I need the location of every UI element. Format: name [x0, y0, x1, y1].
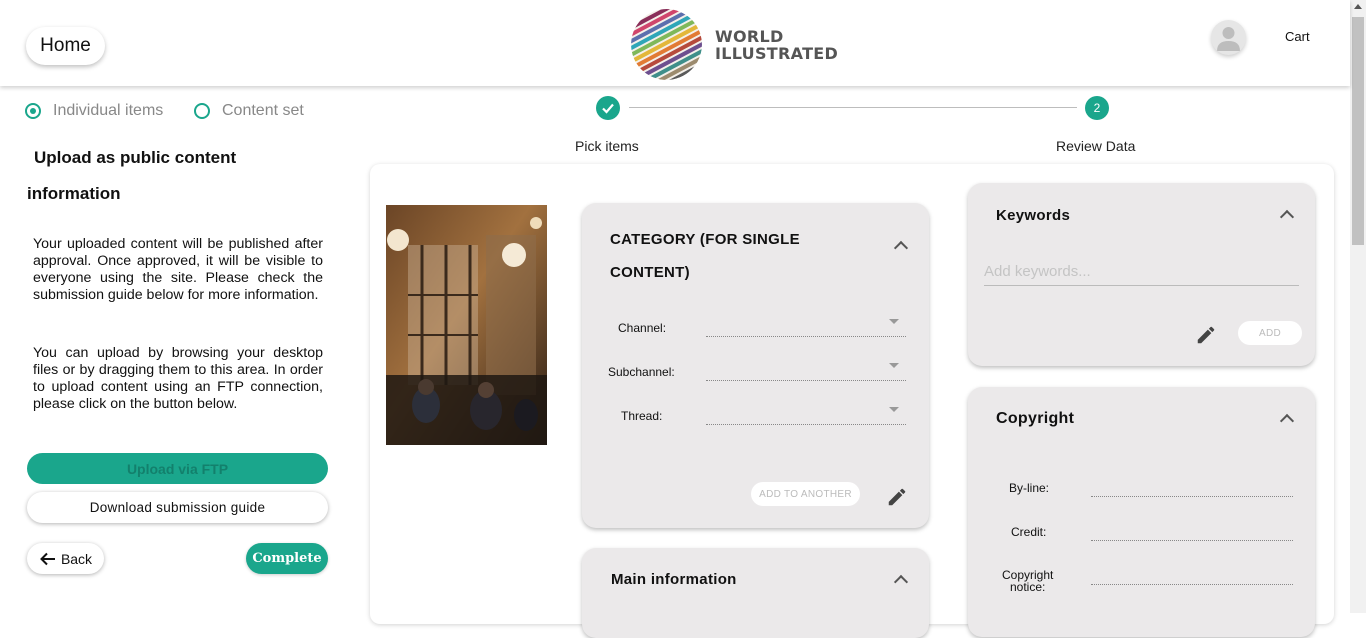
edit-pencil-icon[interactable] [886, 486, 908, 508]
radio-content-set[interactable]: Content set [194, 102, 304, 120]
thread-select[interactable] [706, 424, 906, 425]
copyright-title: Copyright [996, 410, 1075, 427]
channel-label: Channel: [618, 321, 667, 335]
top-header: Home WORLD ILLUSTRATED Cart [0, 0, 1350, 86]
uploaded-image-thumbnail[interactable] [386, 205, 547, 445]
back-button[interactable]: Back [27, 543, 104, 574]
logo-line-2: ILLUSTRATED [715, 43, 839, 63]
dropdown-caret-icon[interactable] [889, 363, 899, 368]
arrow-left-icon [40, 552, 55, 565]
channel-select[interactable] [706, 336, 906, 337]
radio-label: Content set [222, 102, 304, 119]
dropdown-caret-icon[interactable] [889, 319, 899, 324]
home-button[interactable]: Home [26, 27, 105, 65]
byline-label: By-line: [1009, 481, 1050, 495]
upload-via-ftp-button[interactable]: Upload via FTP [27, 453, 328, 484]
world-illustrated-logo[interactable]: WORLD ILLUSTRATED [631, 9, 838, 80]
category-title-line-1: CATEGORY (FOR SINGLE [610, 231, 800, 248]
sidebar-title: Upload as public content [34, 148, 237, 167]
page-scrollbar[interactable] [1350, 0, 1366, 613]
sidebar-title-continued: information [27, 184, 121, 203]
dropdown-caret-icon[interactable] [889, 407, 899, 412]
cart-link[interactable]: Cart [1285, 29, 1310, 44]
keywords-input[interactable] [984, 258, 1299, 286]
main-information-title: Main information [611, 571, 737, 588]
add-keyword-button[interactable]: ADD [1238, 321, 1302, 345]
subchannel-select[interactable] [706, 380, 906, 381]
scroll-up-arrow-icon[interactable] [1354, 4, 1362, 9]
credit-label: Credit: [1011, 525, 1047, 539]
back-label: Back [60, 550, 93, 567]
step-2-number[interactable]: 2 [1085, 96, 1109, 120]
user-avatar-icon[interactable] [1211, 20, 1246, 55]
byline-field[interactable] [1091, 496, 1293, 497]
scroll-thumb[interactable] [1352, 17, 1364, 245]
logo-globe-icon [631, 9, 702, 80]
complete-button[interactable]: Complete [246, 543, 328, 574]
add-to-another-button[interactable]: ADD TO ANOTHER [751, 482, 860, 506]
step-label-review-data: Review Data [1056, 138, 1136, 154]
copyright-notice-label: Copyright notice: [1002, 569, 1053, 593]
download-guide-button[interactable]: Download submission guide [27, 492, 328, 523]
copyright-notice-label-line-2: notice: [1010, 580, 1046, 594]
copyright-notice-field[interactable] [1091, 584, 1293, 585]
radio-selected-icon[interactable] [25, 103, 41, 119]
stepper-connector [629, 107, 1077, 108]
logo-line-1: WORLD [715, 26, 784, 46]
publish-info-text: Your uploaded content will be published … [33, 236, 323, 303]
upload-info-text: You can upload by browsing your desktop … [33, 345, 323, 412]
step-done-check-icon[interactable] [596, 96, 620, 120]
thread-label: Thread: [621, 409, 663, 423]
radio-label: Individual items [53, 102, 164, 119]
radio-unselected-icon[interactable] [194, 103, 210, 119]
category-title-line-2: CONTENT) [610, 264, 690, 281]
keywords-title: Keywords [996, 207, 1071, 224]
subchannel-label: Subchannel: [608, 365, 675, 379]
radio-individual-items[interactable]: Individual items [25, 102, 163, 120]
edit-pencil-icon[interactable] [1195, 324, 1217, 346]
category-panel-title: CATEGORY (FOR SINGLE CONTENT) [610, 223, 800, 289]
main-information-panel [582, 548, 929, 638]
credit-field[interactable] [1091, 540, 1293, 541]
logo-wordmark: WORLD ILLUSTRATED [715, 28, 838, 62]
step-label-pick-items: Pick items [575, 138, 639, 154]
